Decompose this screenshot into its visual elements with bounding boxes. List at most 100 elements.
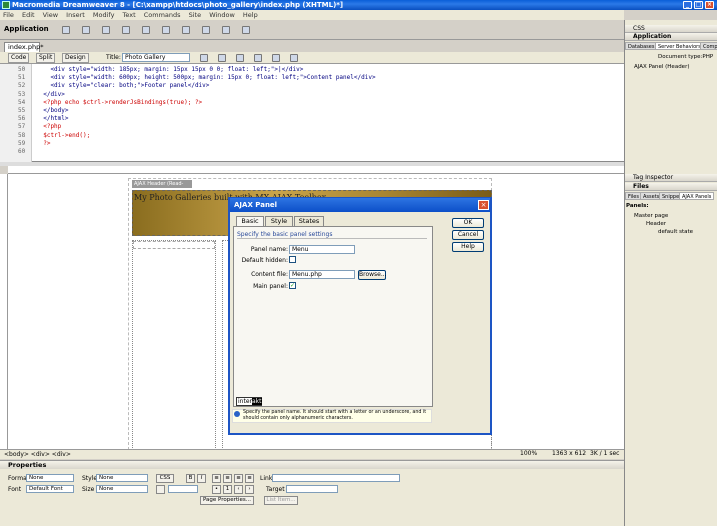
menu-modify[interactable]: Modify xyxy=(93,11,115,19)
view-options-icon[interactable] xyxy=(272,54,280,62)
content-file-input[interactable]: Menu.php xyxy=(289,270,355,279)
unordered-list-icon[interactable]: • xyxy=(212,485,221,494)
recordset-icon[interactable] xyxy=(62,26,70,34)
menu-panel-div[interactable] xyxy=(132,240,216,450)
file-management-icon[interactable] xyxy=(218,54,226,62)
dynamic-data-icon[interactable] xyxy=(82,26,90,34)
indent-icon[interactable]: › xyxy=(245,485,254,494)
style-select[interactable]: None xyxy=(96,474,148,482)
menu-help[interactable]: Help xyxy=(243,11,258,19)
minimize-icon[interactable]: _ xyxy=(683,1,692,9)
code-line[interactable]: <div style="clear: both;">Footer panel</… xyxy=(36,82,209,89)
files-panel-header[interactable]: Files xyxy=(625,183,717,191)
close-icon[interactable]: × xyxy=(705,1,714,9)
show-region-icon[interactable] xyxy=(122,26,130,34)
main-panel-checkbox[interactable]: ✓ xyxy=(289,282,296,289)
code-view-button[interactable]: Code xyxy=(8,53,30,63)
css-panel-header[interactable]: CSS xyxy=(625,25,717,33)
menu-text[interactable]: Text xyxy=(123,11,136,19)
go-to-icon[interactable] xyxy=(162,26,170,34)
menu-commands[interactable]: Commands xyxy=(144,11,181,19)
tree-master-page[interactable]: Master page xyxy=(634,213,668,219)
repeated-region-icon[interactable] xyxy=(102,26,110,34)
tab-style[interactable]: Style xyxy=(265,216,293,226)
no-browser-check-errors-icon[interactable] xyxy=(200,54,208,62)
page-properties-button[interactable]: Page Properties... xyxy=(200,496,254,505)
properties-header[interactable]: Properties xyxy=(0,460,624,469)
page-title-input[interactable]: Photo Gallery xyxy=(122,53,190,62)
update-record-icon[interactable] xyxy=(242,26,250,34)
code-line[interactable]: <?php echo $ctrl->renderJsBindings(true)… xyxy=(36,99,202,106)
master-detail-icon[interactable] xyxy=(202,26,210,34)
list-item-button[interactable]: List Item... xyxy=(264,496,298,505)
panel-name-input[interactable]: Menu xyxy=(289,245,355,254)
server-behavior-item[interactable]: AJAX Panel (Header) xyxy=(634,64,689,70)
dialog-close-icon[interactable]: × xyxy=(478,200,489,210)
insert-category-select[interactable]: Application xyxy=(4,25,49,33)
tab-components[interactable]: Comp xyxy=(700,42,717,50)
code-line[interactable]: <?php xyxy=(36,123,61,130)
menu-edit[interactable]: Edit xyxy=(22,11,35,19)
help-button[interactable]: Help xyxy=(452,242,484,252)
ok-button[interactable]: OK xyxy=(452,218,484,228)
preview-in-browser-icon[interactable] xyxy=(236,54,244,62)
outdent-icon[interactable]: ‹ xyxy=(234,485,243,494)
menu-view[interactable]: View xyxy=(43,11,58,19)
refresh-design-view-icon[interactable] xyxy=(254,54,262,62)
line-number: 52 xyxy=(18,82,26,90)
tree-default-state[interactable]: default state xyxy=(658,229,693,235)
split-view-button[interactable]: Split xyxy=(36,53,56,63)
menu-file[interactable]: File xyxy=(3,11,14,19)
code-line[interactable]: <div style="width: 600px; height: 500px;… xyxy=(36,74,375,81)
css-button[interactable]: CSS xyxy=(156,474,174,483)
application-panel-header[interactable]: Application xyxy=(625,33,717,41)
link-input[interactable] xyxy=(272,474,400,482)
text-color-input[interactable] xyxy=(168,485,198,493)
tab-ajax-panels[interactable]: AJAX Panels xyxy=(679,192,715,200)
code-line[interactable]: </body> xyxy=(36,107,68,114)
display-record-count-icon[interactable] xyxy=(182,26,190,34)
justify-icon[interactable]: ≡ xyxy=(245,474,254,483)
header-panel-label: AJAX Header (Read-only) xyxy=(132,180,192,195)
align-right-icon[interactable]: ≡ xyxy=(234,474,243,483)
tab-databases[interactable]: Databases xyxy=(625,42,658,50)
window-size[interactable]: 1363 x 612 xyxy=(552,449,586,458)
document-toolbar: Code Split Design Title: xyxy=(0,52,624,64)
vertical-ruler xyxy=(0,174,8,449)
code-line[interactable]: <div style="width: 185px; margin: 15px 1… xyxy=(36,66,303,73)
document-tab[interactable]: index.php* xyxy=(4,42,43,52)
code-line[interactable]: $ctrl->end(); xyxy=(36,132,90,139)
download-size: 3K / 1 sec xyxy=(590,450,620,457)
code-line[interactable]: </div> xyxy=(36,91,65,98)
browse-button[interactable]: Browse... xyxy=(358,270,387,280)
align-left-icon[interactable]: ≡ xyxy=(212,474,221,483)
default-hidden-checkbox[interactable] xyxy=(289,256,296,263)
font-select[interactable]: Default Font xyxy=(26,485,74,493)
format-select[interactable]: None xyxy=(26,474,74,482)
italic-button[interactable]: I xyxy=(197,474,206,483)
target-select[interactable] xyxy=(286,485,338,493)
cancel-button[interactable]: Cancel xyxy=(452,230,484,240)
text-color-icon[interactable] xyxy=(156,485,165,494)
zoom-level[interactable]: 100% xyxy=(520,449,537,458)
menu-site[interactable]: Site xyxy=(189,11,201,19)
heading-divider xyxy=(237,238,427,239)
tag-selector-path[interactable]: <body> <div> <div> xyxy=(0,451,71,458)
recordset-paging-icon[interactable] xyxy=(142,26,150,34)
design-view-button[interactable]: Design xyxy=(62,53,89,63)
tab-server-behaviors[interactable]: Server Behaviors xyxy=(655,42,704,50)
insert-record-icon[interactable] xyxy=(222,26,230,34)
bold-button[interactable]: B xyxy=(186,474,195,483)
tree-header[interactable]: Header xyxy=(646,221,666,227)
maximize-icon[interactable]: □ xyxy=(694,1,703,9)
tab-states[interactable]: States xyxy=(294,216,324,226)
size-select[interactable]: None xyxy=(96,485,148,493)
code-line[interactable]: ?> xyxy=(36,140,50,147)
menu-insert[interactable]: Insert xyxy=(66,11,85,19)
align-center-icon[interactable]: ≡ xyxy=(223,474,232,483)
tag-inspector-header[interactable]: Tag Inspector xyxy=(625,174,717,182)
ordered-list-icon[interactable]: 1 xyxy=(223,485,232,494)
menu-window[interactable]: Window xyxy=(209,11,235,19)
visual-aids-icon[interactable] xyxy=(290,54,298,62)
code-line[interactable]: </html> xyxy=(36,115,68,122)
